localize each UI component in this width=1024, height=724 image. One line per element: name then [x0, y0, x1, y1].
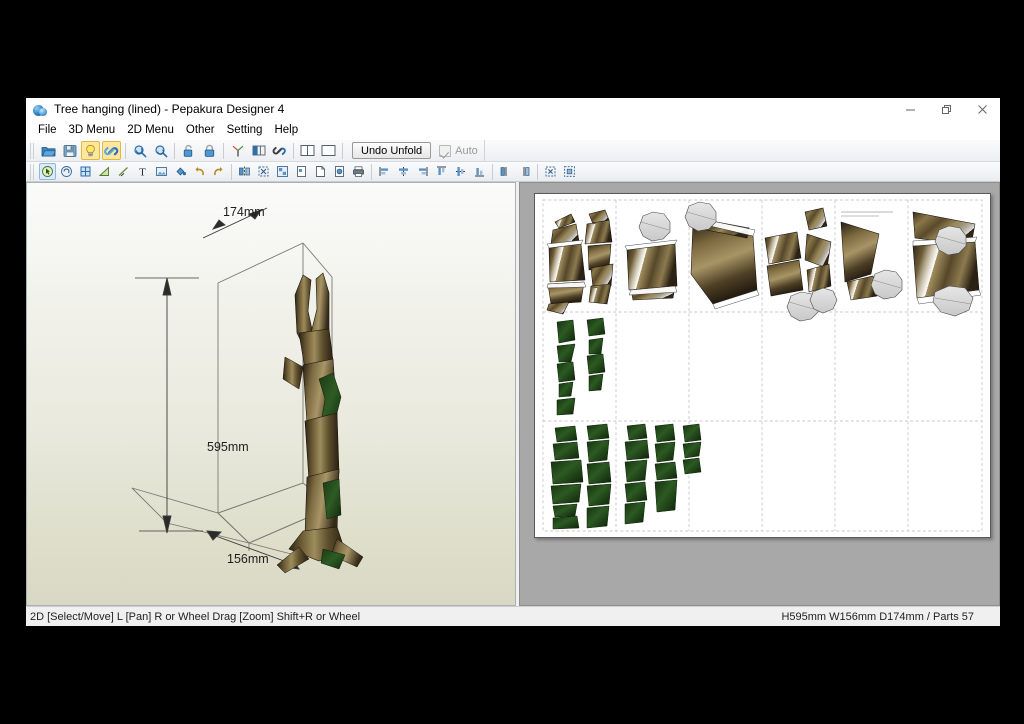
screen-root: Tree hanging (lined) - Pepakura Designer…	[0, 0, 1024, 724]
axis-tripod-icon[interactable]	[228, 141, 247, 160]
dimension-depth-label: 174mm	[223, 205, 265, 219]
status-hint: 2D [Select/Move] L [Pan] R or Wheel Drag…	[30, 610, 361, 623]
close-icon[interactable]	[964, 98, 1000, 121]
auto-checkbox[interactable]: Auto	[439, 144, 478, 157]
single-pane-layout-icon[interactable]	[319, 141, 338, 160]
texture-link-icon[interactable]	[102, 141, 121, 160]
align-right-icon[interactable]	[414, 163, 431, 180]
menu-item-file[interactable]: File	[32, 122, 63, 139]
redo-arrow-icon[interactable]	[210, 163, 227, 180]
3d-model-render: 595mm 174mm 156mm	[131, 205, 364, 574]
window-title: Tree hanging (lined) - Pepakura Designer…	[54, 102, 285, 116]
status-bar: 2D [Select/Move] L [Pan] R or Wheel Drag…	[26, 606, 1000, 626]
dimension-height	[135, 277, 203, 534]
chain-link-icon[interactable]	[270, 141, 289, 160]
lightbulb-icon[interactable]	[81, 141, 100, 160]
page-setup-icon[interactable]	[293, 163, 310, 180]
flip-horizontal-icon[interactable]	[236, 163, 253, 180]
join-disjoin-face-icon[interactable]	[77, 163, 94, 180]
toolbar-grip[interactable]	[30, 142, 36, 159]
print-preview-icon[interactable]	[331, 163, 348, 180]
foliage-parts-middle	[556, 317, 606, 416]
shrink-parts-icon[interactable]	[561, 163, 578, 180]
bark-parts-group	[546, 207, 980, 315]
distribute-horizontal-icon[interactable]	[497, 163, 514, 180]
menu-item-setting[interactable]: Setting	[221, 122, 269, 139]
zoom-rotate-right-icon[interactable]	[151, 141, 170, 160]
split-view-icon[interactable]	[249, 141, 268, 160]
pepakura-app-icon	[32, 102, 48, 118]
distribute-vertical-icon[interactable]	[516, 163, 533, 180]
select-move-cursor-icon[interactable]	[39, 163, 56, 180]
menu-item-other[interactable]: Other	[180, 122, 221, 139]
align-top-icon[interactable]	[433, 163, 450, 180]
open-edge-icon[interactable]	[96, 163, 113, 180]
unfold-pattern-render	[542, 199, 983, 532]
tree-trunk-model	[276, 272, 364, 574]
2d-unfold-viewport[interactable]	[519, 182, 1000, 606]
unfold-sheet[interactable]	[534, 193, 991, 538]
dimension-height-label: 595mm	[207, 440, 249, 454]
work-area: 595mm 174mm 156mm	[26, 182, 1000, 606]
auto-checkbox-box[interactable]	[439, 144, 452, 157]
sheet-note	[841, 211, 893, 217]
print-icon[interactable]	[350, 163, 367, 180]
scatter-parts-icon[interactable]	[255, 163, 272, 180]
lock-padlock-icon[interactable]	[200, 141, 219, 160]
open-folder-icon[interactable]	[39, 141, 58, 160]
toolbar2-grip[interactable]	[30, 163, 36, 180]
save-disk-icon[interactable]	[60, 141, 79, 160]
secondary-toolbar: T	[26, 162, 1000, 182]
align-bottom-icon[interactable]	[471, 163, 488, 180]
zoom-rotate-left-icon[interactable]	[130, 141, 149, 160]
foliage-parts-bottom	[550, 423, 702, 530]
auto-checkbox-label: Auto	[455, 144, 478, 157]
undo-arrow-icon[interactable]	[191, 163, 208, 180]
unlock-padlock-icon[interactable]	[179, 141, 198, 160]
toolbar-empty-space	[483, 140, 1000, 161]
cut-edge-icon[interactable]	[115, 163, 132, 180]
menu-item-help[interactable]: Help	[268, 122, 304, 139]
minimize-icon[interactable]	[892, 98, 928, 121]
restore-icon[interactable]	[928, 98, 964, 121]
menu-item-3d-menu[interactable]: 3D Menu	[63, 122, 122, 139]
status-model-info: H595mm W156mm D174mm / Parts 57	[781, 610, 974, 623]
title-bar: Tree hanging (lined) - Pepakura Designer…	[26, 98, 1000, 121]
fit-to-page-icon[interactable]	[542, 163, 559, 180]
window-controls	[892, 98, 1000, 121]
new-page-icon[interactable]	[312, 163, 329, 180]
pepakura-main-window: Tree hanging (lined) - Pepakura Designer…	[26, 98, 1000, 626]
align-left-icon[interactable]	[376, 163, 393, 180]
3d-model-viewport[interactable]: 595mm 174mm 156mm	[26, 182, 516, 606]
side-by-side-layout-icon[interactable]	[298, 141, 317, 160]
menu-bar: File 3D Menu 2D Menu Other Setting Help	[26, 121, 1000, 140]
undo-unfold-button[interactable]: Undo Unfold	[352, 142, 432, 159]
add-image-icon[interactable]	[153, 163, 170, 180]
paint-bucket-icon[interactable]	[172, 163, 189, 180]
menu-item-2d-menu[interactable]: 2D Menu	[121, 122, 180, 139]
svg-text:T: T	[139, 167, 146, 179]
layout-parts-icon[interactable]	[274, 163, 291, 180]
add-text-icon[interactable]: T	[134, 163, 151, 180]
main-toolbar: Undo Unfold Auto	[26, 140, 1000, 162]
rotate-part-icon[interactable]	[58, 163, 75, 180]
align-center-icon[interactable]	[395, 163, 412, 180]
dimension-width-label: 156mm	[227, 552, 269, 566]
align-middle-icon[interactable]	[452, 163, 469, 180]
